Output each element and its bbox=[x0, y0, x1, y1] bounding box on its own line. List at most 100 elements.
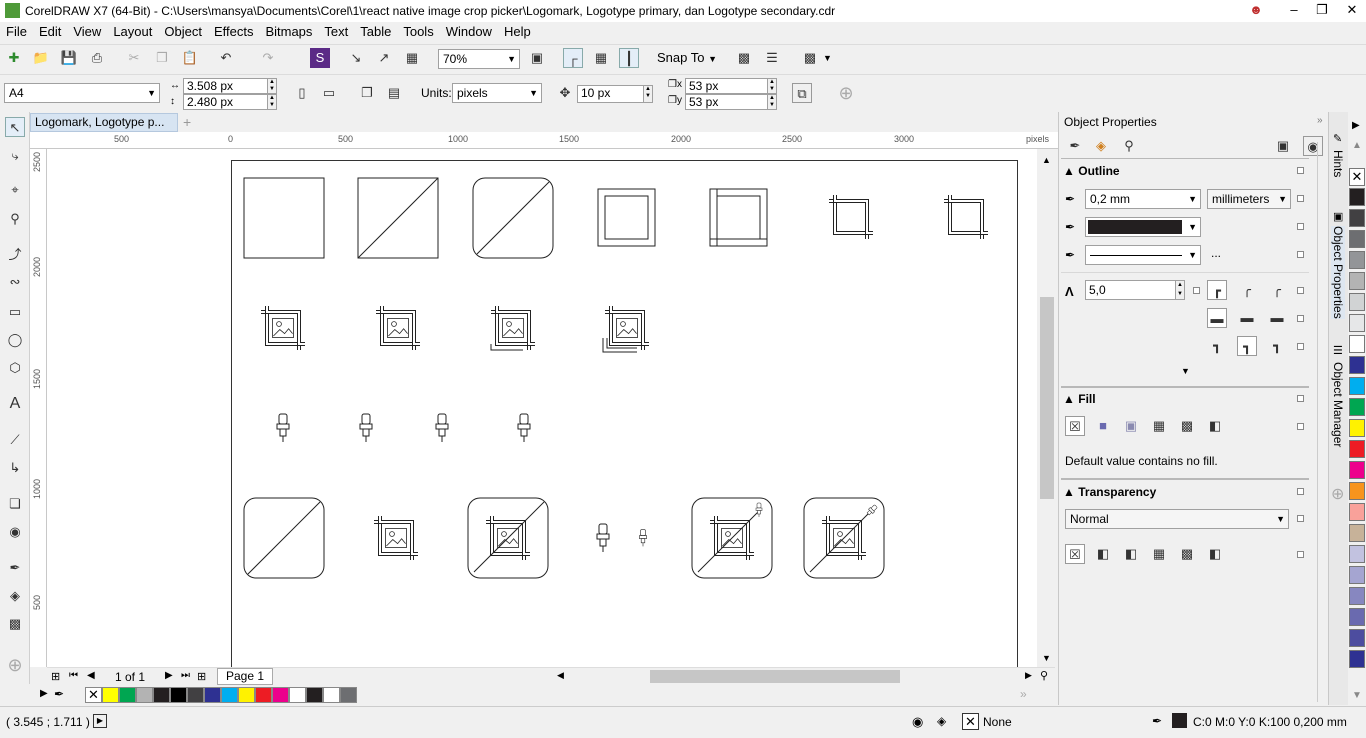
interactive-fill-icon[interactable]: ◈ bbox=[5, 586, 25, 606]
palette-swatch[interactable] bbox=[340, 687, 357, 703]
spin-arrows-icon[interactable]: ▲ ▼ bbox=[643, 86, 652, 102]
menu-file[interactable]: File bbox=[0, 22, 33, 42]
zoom-tool-icon[interactable]: ⚲ bbox=[5, 209, 25, 229]
add-preset-icon[interactable]: ⊕ bbox=[836, 83, 856, 103]
corner-round-icon[interactable]: ╭ bbox=[1237, 280, 1257, 300]
page-height-field[interactable]: 2.480 px ▲ ▼ bbox=[183, 94, 277, 110]
option-checkbox[interactable] bbox=[1297, 287, 1304, 294]
snap-to-menu[interactable]: Snap To ▼ bbox=[657, 50, 717, 65]
redo-icon[interactable]: ↷ bbox=[258, 48, 278, 68]
palette-swatch[interactable] bbox=[221, 687, 238, 703]
option-checkbox[interactable] bbox=[1297, 195, 1304, 202]
drop-shadow-icon[interactable]: ❏ bbox=[5, 494, 25, 514]
fountain-fill-icon[interactable]: ▣ bbox=[1121, 416, 1141, 436]
transparency-section-header[interactable]: ▲ Transparency bbox=[1063, 485, 1313, 499]
palette-swatch[interactable] bbox=[1349, 545, 1365, 563]
last-page-icon[interactable]: ⏭ bbox=[181, 670, 190, 681]
logo-final-dropper-small[interactable] bbox=[639, 529, 647, 547]
add-docker-icon[interactable]: ⊕ bbox=[1331, 484, 1344, 504]
close-button[interactable]: ✕ bbox=[1336, 0, 1366, 22]
page-size-select[interactable]: A4 ▼ bbox=[4, 83, 160, 103]
logo-crop-image-2[interactable] bbox=[374, 304, 422, 352]
palette-swatch[interactable] bbox=[1349, 335, 1365, 353]
logo-dropper-4[interactable] bbox=[517, 413, 531, 443]
palette-swatch[interactable] bbox=[1349, 440, 1365, 458]
parallel-dimension-icon[interactable]: ⟋ bbox=[5, 430, 25, 450]
palette-swatch[interactable] bbox=[170, 687, 187, 703]
section-checkbox[interactable] bbox=[1297, 488, 1304, 495]
page-tab[interactable]: Page 1 bbox=[217, 668, 274, 685]
logo-final-crop-image[interactable] bbox=[372, 514, 420, 562]
palette-swatch[interactable] bbox=[1349, 629, 1365, 647]
pattern-fill-icon[interactable]: ▦ bbox=[1149, 416, 1169, 436]
texture-fill-icon[interactable]: ▩ bbox=[1177, 416, 1197, 436]
transparency-tool-icon[interactable]: ◉ bbox=[5, 522, 25, 542]
palette-swatch[interactable] bbox=[1349, 251, 1365, 269]
palette-swatch[interactable] bbox=[1349, 587, 1365, 605]
logo-double-square[interactable] bbox=[597, 188, 656, 247]
palette-swatch[interactable] bbox=[119, 687, 136, 703]
menu-bitmaps[interactable]: Bitmaps bbox=[259, 22, 318, 42]
fill-section-header[interactable]: ▲ Fill bbox=[1063, 392, 1313, 406]
all-pages-icon[interactable]: ❐ bbox=[357, 83, 377, 103]
units-select[interactable]: pixels ▼ bbox=[452, 83, 542, 103]
duplicate-x-field[interactable]: 53 px ▲ ▼ bbox=[685, 78, 777, 94]
chevron-down-icon[interactable]: ▼ bbox=[823, 53, 832, 63]
palette-swatch[interactable] bbox=[1349, 356, 1365, 374]
outline-color-picker[interactable]: ▼ bbox=[1085, 217, 1201, 237]
logo-final-combined-1[interactable] bbox=[467, 497, 549, 579]
option-checkbox[interactable] bbox=[1297, 423, 1304, 430]
logo-dropper-3[interactable] bbox=[435, 413, 449, 443]
palette-swatch[interactable] bbox=[1349, 377, 1365, 395]
logo-final-dropper-large[interactable] bbox=[596, 523, 610, 553]
undo-icon[interactable]: ↶ bbox=[216, 48, 236, 68]
docker-collapse-icon[interactable]: » bbox=[1317, 115, 1323, 126]
palette-swatch[interactable] bbox=[1349, 209, 1365, 227]
show-rulers-icon[interactable]: ┌ bbox=[563, 48, 583, 68]
show-guidelines-icon[interactable]: ┃ bbox=[619, 48, 639, 68]
pick-tool-icon[interactable]: ↖ bbox=[5, 117, 25, 137]
add-page-after-icon[interactable]: ⊞ bbox=[197, 670, 206, 683]
duplicate-y-field[interactable]: 53 px ▲ ▼ bbox=[685, 94, 777, 110]
logo-crop-frame-1[interactable] bbox=[709, 188, 768, 247]
merge-mode-select[interactable]: Normal ▼ bbox=[1065, 509, 1289, 529]
open-icon[interactable]: 📁 bbox=[31, 48, 51, 68]
fountain-transparency-icon[interactable]: ◧ bbox=[1121, 544, 1141, 564]
publish-pdf-icon[interactable]: ▦ bbox=[402, 48, 422, 68]
zoom-level-select[interactable]: 70% ▼ bbox=[438, 49, 520, 69]
page-width-field[interactable]: 3.508 px ▲ ▼ bbox=[183, 78, 277, 94]
new-tab-icon[interactable]: + bbox=[183, 114, 191, 130]
palette-swatch[interactable] bbox=[238, 687, 255, 703]
logo-square-diagonal[interactable] bbox=[357, 177, 439, 259]
outline-section-header[interactable]: ▲ Outline bbox=[1063, 164, 1313, 178]
restore-button[interactable]: ❐ bbox=[1306, 0, 1338, 22]
logo-dropper-1[interactable] bbox=[276, 413, 290, 443]
uniform-transparency-icon[interactable]: ◧ bbox=[1093, 544, 1113, 564]
import-icon[interactable]: ↘ bbox=[346, 48, 366, 68]
uniform-fill-icon[interactable]: ■ bbox=[1093, 416, 1113, 436]
palette-swatch[interactable] bbox=[1349, 272, 1365, 290]
outline-pen-icon[interactable]: ✒ bbox=[1065, 136, 1085, 156]
first-page-icon[interactable]: ⏮ bbox=[69, 670, 78, 681]
palette-up-icon[interactable]: ▲ bbox=[1352, 140, 1362, 151]
palette-swatch[interactable] bbox=[289, 687, 306, 703]
spin-arrows-icon[interactable]: ▲ ▼ bbox=[1175, 281, 1184, 299]
pattern-transparency-icon[interactable]: ▦ bbox=[1149, 544, 1169, 564]
print-icon[interactable]: ⎙ bbox=[87, 48, 107, 68]
palette-swatch[interactable] bbox=[1349, 293, 1365, 311]
portrait-icon[interactable]: ▯ bbox=[292, 83, 312, 103]
option-checkbox[interactable] bbox=[1297, 315, 1304, 322]
add-page-before-icon[interactable]: ⊞ bbox=[51, 670, 60, 683]
logo-crop-frame-3[interactable] bbox=[942, 193, 990, 241]
menu-object[interactable]: Object bbox=[158, 22, 208, 42]
scroll-up-icon[interactable]: ▲ bbox=[1042, 155, 1051, 165]
polygon-tool-icon[interactable]: ⬡ bbox=[5, 358, 25, 378]
vertical-ruler[interactable]: 2500 2000 1500 1000 500 bbox=[30, 149, 47, 667]
play-icon[interactable]: ▶ bbox=[93, 714, 107, 728]
color-proof-icon[interactable]: ◉ bbox=[912, 714, 923, 730]
postscript-fill-icon[interactable]: ◧ bbox=[1205, 416, 1225, 436]
treat-as-filled-icon[interactable]: ⧉ bbox=[792, 83, 812, 103]
logo-square[interactable] bbox=[243, 177, 325, 259]
palette-swatch[interactable] bbox=[1349, 419, 1365, 437]
palette-swatch[interactable] bbox=[1349, 608, 1365, 626]
